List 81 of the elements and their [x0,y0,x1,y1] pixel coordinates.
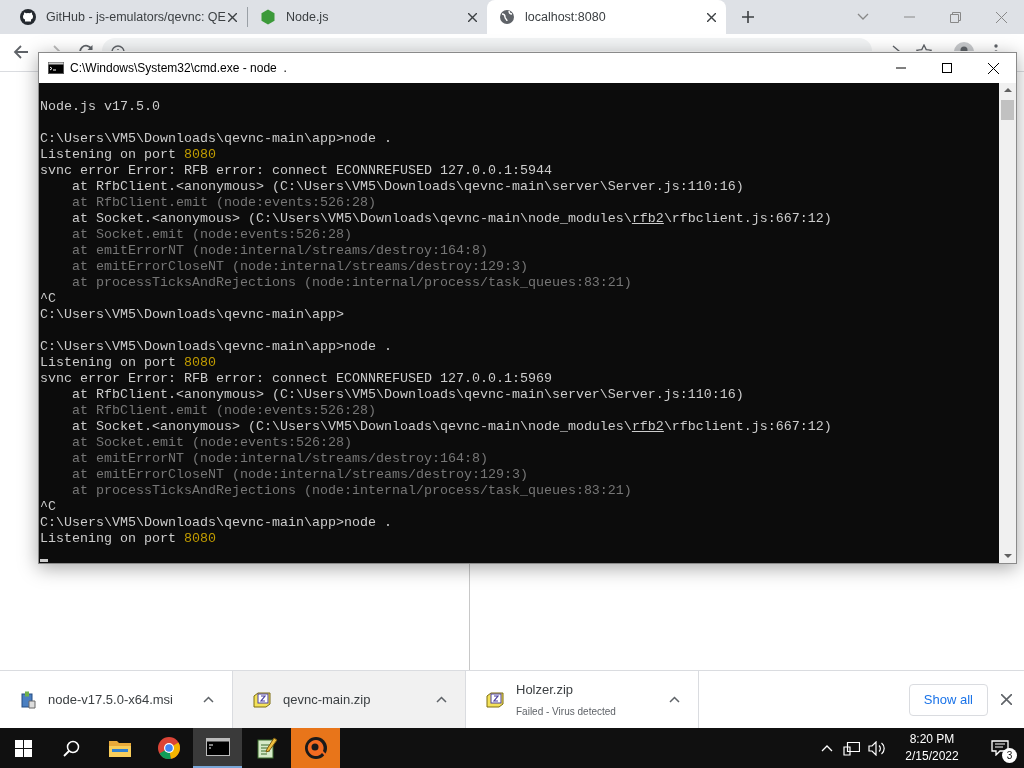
terminal-line: at Socket.<anonymous> (C:\Users\VM5\Downloads\qevnc-main\node_modules\rfb2\rfbclient.js:667:12) [71,419,833,435]
minimize-icon [896,67,906,69]
terminal-line: at Socket.<anonymous> (C:\Users\VM5\Downloads\qevnc-main\node_modules\rfb2\rfbclient.js:667:12) [71,211,833,227]
show-all-button[interactable]: Show all [908,683,988,716]
terminal-line: at emitErrorNT (node:internal/streams/destroy:164:8) [71,243,489,259]
installer-icon [20,690,36,709]
terminal-line: at emitErrorNT (node:internal/streams/destroy:164:8) [71,451,489,467]
globe-icon [499,9,515,25]
terminal-line: at Socket.emit (node:events:526:28) [71,435,353,451]
windows-logo-icon [15,739,32,757]
terminal-line: Listening on port 8080 [39,147,217,163]
maximize-icon [942,63,952,73]
chevron-up-icon[interactable] [669,696,680,703]
terminal-line: svnc error Error: RFB error: connect ECONNREFUSED 127.0.0.1:5944 [39,163,553,179]
file-name: node-v17.5.0-x64.msi [48,690,174,709]
restore-icon [949,11,961,23]
clock-time: 8:20 PM [909,731,955,748]
taskbar-app[interactable] [193,728,242,768]
close-icon[interactable] [228,12,237,22]
scrollbar[interactable] [999,83,1016,563]
notepad-icon [255,737,278,759]
notification-icon [991,740,1009,756]
terminal-line: C:\Users\VM5\Downloads\qevnc-main\app>node . [39,339,393,355]
notifications-button[interactable]: 3 [976,728,1024,768]
close-icon[interactable] [707,12,716,22]
close-icon[interactable] [468,12,477,22]
terminal-line: ^C [39,291,57,307]
chevron-up-icon[interactable] [203,696,214,703]
chevron-down-icon [857,13,869,21]
file-name: Holzer.zip [516,681,575,700]
search-icon [62,739,80,757]
terminal-line: svnc error Error: RFB error: connect ECONNREFUSED 127.0.0.1:5969 [39,371,553,387]
reload-icon[interactable] [78,44,94,51]
volume-icon[interactable] [868,740,885,756]
zip-file-icon [253,691,271,708]
terminal-line: at RfbClient.<anonymous> (C:\Users\VM5\Downloads\qevnc-main\server\Server.js:110:16) [71,387,745,403]
terminal-line: C:\Users\VM5\Downloads\qevnc-main\app>node . [39,515,393,531]
menu-icon[interactable] [994,44,998,51]
download-status: Failed - Virus detected [516,704,617,719]
hexagon-icon [260,9,276,25]
terminal-line: at processTicksAndRejections (node:internal/process/task_queues:83:21) [71,483,633,499]
terminal-line: at emitErrorCloseNT (node:internal/streams/destroy:129:3) [71,467,529,483]
zip-file-icon [486,691,504,708]
terminal-line: Node.js v17.5.0 [39,99,161,115]
scrollbar-thumb[interactable] [1001,100,1014,120]
terminal-line: C:\Users\VM5\Downloads\qevnc-main\app> [39,307,345,323]
terminal-line: C:\Users\VM5\Downloads\qevnc-main\app>node . [39,131,393,147]
octocat-icon [20,9,36,25]
browser-tab[interactable]: localhost:8080 [487,0,726,34]
notification-count-badge: 3 [1002,748,1017,763]
chrome-icon [157,737,180,759]
qemu-icon [303,736,328,760]
scroll-up-icon [1003,87,1012,92]
terminal-line: Listening on port 8080 [39,531,217,547]
terminal-line: at Socket.emit (node:events:526:28) [71,227,353,243]
terminal-line: at RfbClient.emit (node:events:526:28) [71,403,377,419]
terminal-line: at RfbClient.<anonymous> (C:\Users\VM5\Downloads\qevnc-main\server\Server.js:110:16) [71,179,745,195]
file-name: qevnc-main.zip [283,690,372,709]
scroll-down-icon [1003,554,1012,559]
terminal-link[interactable]: rfb2 [631,419,664,434]
close-icon [987,62,999,74]
clock-date: 2/15/2022 [905,748,959,765]
terminal-line: at processTicksAndRejections (node:internal/process/task_queues:83:21) [71,275,633,291]
terminal-line: at emitErrorCloseNT (node:internal/streams/destroy:129:3) [71,259,529,275]
folder-icon [108,739,131,757]
terminal-icon [205,738,230,756]
cmd-icon [48,62,64,74]
back-icon[interactable] [13,44,29,60]
close-icon[interactable] [1001,694,1012,705]
taskbar-app[interactable] [291,728,340,768]
terminal-line: at RfbClient.emit (node:events:526:28) [71,195,377,211]
minimize-icon [903,16,915,18]
window-title: C:\Windows\System32\cmd.exe - node . [70,60,287,77]
close-icon [995,11,1007,23]
download-item[interactable]: qevnc-main.zip [233,671,466,728]
terminal-link[interactable]: rfb2 [631,211,664,226]
star-icon[interactable] [916,44,932,51]
terminal-line: ^C [39,499,57,515]
plus-icon [741,10,755,24]
terminal-line: Listening on port 8080 [39,355,217,371]
network-icon[interactable] [843,740,860,756]
